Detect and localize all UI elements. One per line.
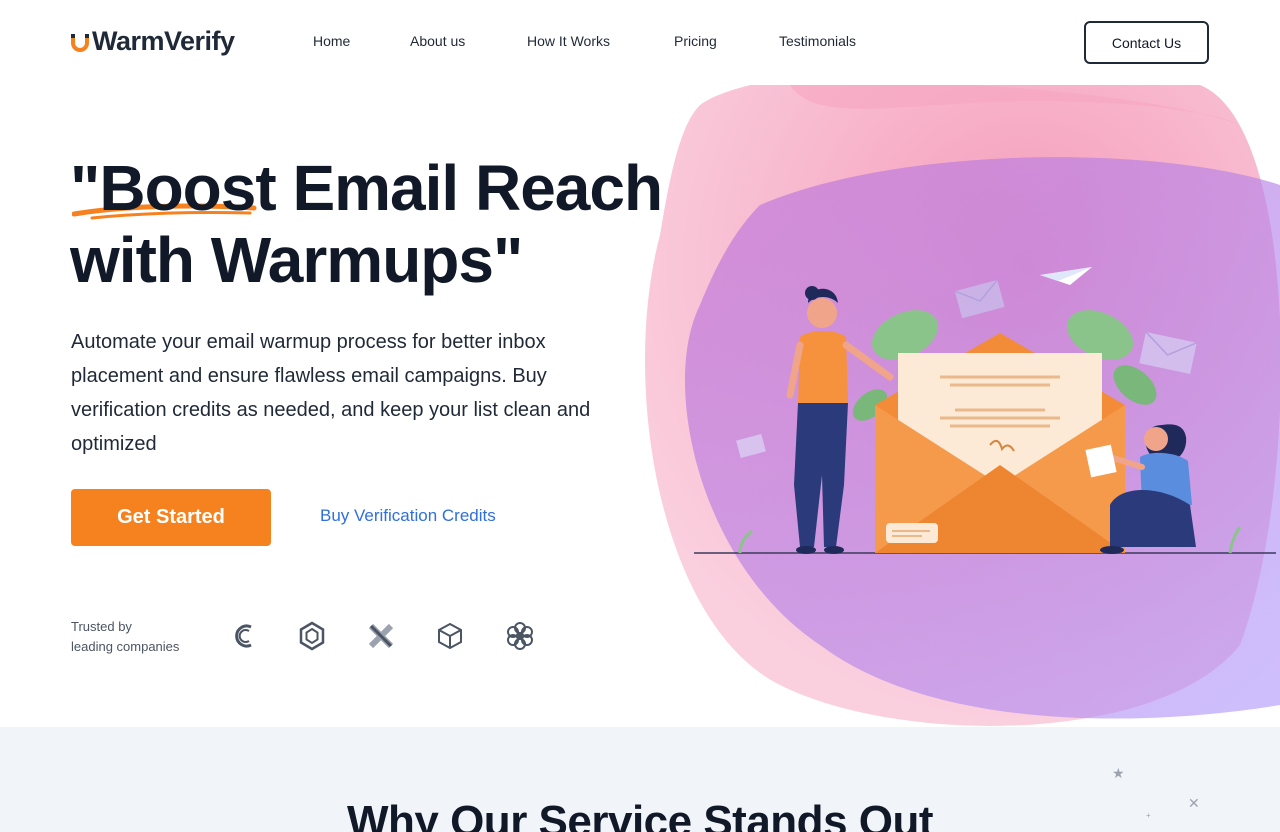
features-title: Why Our Service Stands Out	[346, 797, 934, 832]
company-cube-icon	[438, 622, 462, 650]
site-header: WarmVerify Home About us How It Works Pr…	[0, 0, 1280, 85]
company-flower-icon	[507, 622, 533, 650]
company-hexagon-icon	[299, 621, 325, 651]
trusted-by-label: Trusted by leading companies	[71, 617, 179, 657]
hero-title-quote: "	[70, 152, 100, 224]
email-warmup-illustration-icon	[645, 85, 1280, 726]
nav-about[interactable]: About us	[410, 33, 465, 49]
logo-text: WarmVerify	[92, 26, 235, 56]
contact-button[interactable]: Contact Us	[1084, 21, 1209, 64]
nav-pricing[interactable]: Pricing	[674, 33, 717, 49]
hero-illustration	[640, 85, 1280, 727]
nav-testimonials[interactable]: Testimonials	[779, 33, 856, 49]
hero-title-line2: with Warmups"	[70, 224, 523, 296]
logo-magnet-icon	[71, 33, 89, 52]
company-c-icon	[235, 624, 252, 648]
company-cross-icon	[368, 623, 394, 649]
hero-title-line1: Email Reach	[275, 152, 663, 224]
trusted-line2: leading companies	[71, 639, 180, 654]
logo[interactable]: WarmVerify	[70, 26, 235, 57]
plus-icon: +	[1146, 811, 1151, 820]
nav-home[interactable]: Home	[313, 33, 350, 49]
features-section: Why Our Service Stands Out ★ ✕ +	[0, 727, 1280, 832]
trusted-line1: Trusted by	[71, 619, 132, 634]
hero-title: "Boost Email Reach with Warmups"	[70, 152, 663, 296]
get-started-button[interactable]: Get Started	[71, 489, 271, 546]
hero-description: Automate your email warmup process for b…	[71, 331, 591, 455]
close-icon: ✕	[1188, 795, 1200, 811]
buy-credits-link[interactable]: Buy Verification Credits	[320, 506, 496, 526]
star-icon: ★	[1112, 765, 1125, 781]
nav-how-it-works[interactable]: How It Works	[527, 33, 610, 49]
hero-title-highlight: Boost	[99, 152, 276, 224]
